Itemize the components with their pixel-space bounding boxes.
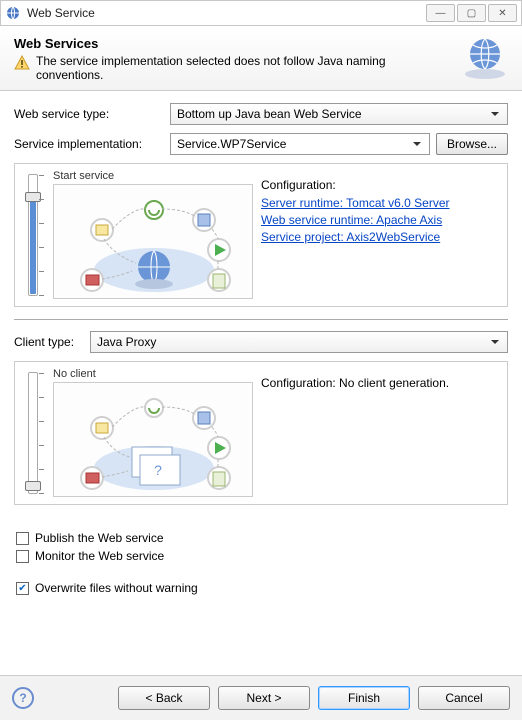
page-title: Web Services — [14, 36, 508, 51]
svc-impl-value: Service.WP7Service — [177, 137, 286, 151]
maximize-button[interactable]: ▢ — [457, 4, 486, 22]
wizard-body: Web service type: Bottom up Java bean We… — [0, 91, 522, 595]
ws-type-combo[interactable]: Bottom up Java bean Web Service — [170, 103, 508, 125]
ws-type-value: Bottom up Java bean Web Service — [177, 107, 362, 121]
client-type-label: Client type: — [14, 335, 84, 349]
publish-checkbox[interactable] — [16, 532, 29, 545]
window-titlebar: Web Service — ▢ ✕ — [0, 0, 522, 26]
service-diagram — [53, 184, 253, 299]
config-title: Configuration: — [261, 178, 501, 192]
separator — [14, 319, 508, 321]
ws-type-label: Web service type: — [14, 107, 164, 121]
next-button[interactable]: Next > — [218, 686, 310, 710]
web-service-banner-icon — [460, 32, 510, 82]
close-button[interactable]: ✕ — [488, 4, 517, 22]
browse-button[interactable]: Browse... — [436, 133, 508, 155]
svc-impl-label: Service implementation: — [14, 137, 164, 151]
publish-checkbox-row[interactable]: Publish the Web service — [14, 531, 508, 545]
overwrite-checkbox[interactable]: ✔ — [16, 582, 29, 595]
wizard-header: Web Services The service implementation … — [0, 26, 522, 91]
wizard-footer: ? < Back Next > Finish Cancel — [0, 675, 522, 720]
warning-text: The service implementation selected does… — [36, 54, 394, 82]
service-panel: Start service — [14, 163, 508, 307]
client-level-slider[interactable] — [21, 368, 45, 498]
client-config-text: Configuration: No client generation. — [261, 376, 501, 390]
finish-button[interactable]: Finish — [318, 686, 410, 710]
client-diagram: ? — [53, 382, 253, 497]
monitor-checkbox[interactable] — [16, 550, 29, 563]
cancel-button[interactable]: Cancel — [418, 686, 510, 710]
monitor-label: Monitor the Web service — [35, 549, 164, 563]
svg-text:?: ? — [154, 462, 162, 478]
monitor-checkbox-row[interactable]: Monitor the Web service — [14, 549, 508, 563]
overwrite-label: Overwrite files without warning — [35, 581, 198, 595]
service-slider-label: Start service — [53, 170, 253, 182]
server-runtime-link[interactable]: Server runtime: Tomcat v6.0 Server — [261, 196, 501, 210]
svc-impl-combo[interactable]: Service.WP7Service — [170, 133, 430, 155]
ws-runtime-link[interactable]: Web service runtime: Apache Axis — [261, 213, 501, 227]
publish-label: Publish the Web service — [35, 531, 164, 545]
client-slider-label: No client — [53, 368, 253, 380]
service-level-slider[interactable] — [21, 170, 45, 300]
minimize-button[interactable]: — — [426, 4, 455, 22]
window-title: Web Service — [27, 6, 424, 20]
client-panel: No client ? — [14, 361, 508, 505]
help-icon[interactable]: ? — [12, 687, 34, 709]
back-button[interactable]: < Back — [118, 686, 210, 710]
app-icon — [5, 5, 21, 21]
warning-icon — [14, 55, 30, 71]
client-type-combo[interactable]: Java Proxy — [90, 331, 508, 353]
service-project-link[interactable]: Service project: Axis2WebService — [261, 230, 501, 244]
client-type-value: Java Proxy — [97, 335, 156, 349]
overwrite-checkbox-row[interactable]: ✔ Overwrite files without warning — [14, 581, 508, 595]
